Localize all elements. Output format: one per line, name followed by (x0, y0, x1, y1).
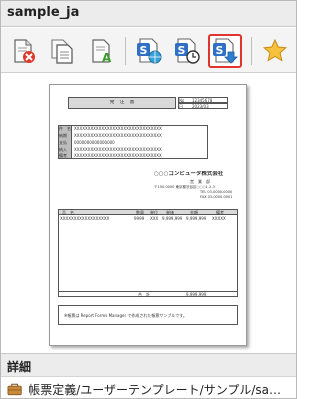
document-text-icon: A (92, 39, 112, 64)
field-value: XXXXXXXXXXXXXXXXXXXXXXXXXXXXXXXX (74, 146, 162, 152)
document-copy-icon (51, 39, 73, 64)
doc-title: 発 注 書 (109, 100, 135, 105)
s-document-globe-icon: S (137, 38, 162, 64)
table-cell: XXX (150, 216, 159, 221)
date-value: 2023/03 (192, 103, 209, 109)
toolbar-separator (125, 37, 126, 65)
field-value: XXXXXXXXXXXXXXXXXXXXXXXXXXXXXXXX (74, 152, 162, 158)
details-heading: 詳細 (1, 353, 296, 377)
table-header: 金額 (190, 209, 198, 215)
company-address: 〒150-0000 東京都渋谷区○○○1-2-3 (154, 185, 215, 189)
briefcase-icon (7, 383, 22, 396)
download-form-button[interactable]: S (208, 34, 242, 68)
no-value: 12345678 (192, 97, 213, 103)
field-value: 0000000000000000 (74, 139, 115, 145)
items-table (58, 209, 238, 297)
schedule-form-button[interactable]: S (170, 34, 204, 68)
field-label: 件 名 (59, 125, 71, 131)
form-preview-area: 発 注 書 No 12345678 日 2023/03 件 名 納期 支払 納入… (1, 74, 296, 352)
field-value: XXXXXXXXXXXXXXXXXXXXXXXXXXXXXXXX (74, 132, 162, 138)
total-value: 9,999,999 (186, 291, 207, 297)
table-header: 品 名 (62, 209, 74, 215)
preview-form-button[interactable]: S (132, 34, 166, 68)
toolbar: A S S S (1, 28, 296, 73)
panel-title: sample_ja (1, 1, 296, 27)
table-header: 単位 (150, 209, 158, 215)
field-label: 備考 (59, 152, 67, 158)
company-tel: TEL 03-0000-0000 (200, 190, 233, 194)
details-path: 帳票定義/ユーザーテンプレート/サンプル/sampl... (28, 382, 290, 397)
field-label: 納入 (59, 146, 67, 152)
star-icon (263, 38, 287, 62)
company-name: ○○○コンピュータ株式会社 (154, 171, 224, 177)
table-cell: 9,999,999 (186, 216, 207, 221)
date-label: 日 (179, 103, 183, 109)
copy-form-button[interactable] (45, 34, 79, 68)
field-label: 納期 (59, 132, 67, 138)
company-dept: 営 業 部 (190, 179, 210, 184)
s-document-download-icon: S (213, 38, 238, 64)
form-thumbnail[interactable]: 発 注 書 No 12345678 日 2023/03 件 名 納期 支払 納入… (49, 84, 247, 346)
svg-text:S: S (216, 44, 224, 57)
total-label: 合 計 (138, 291, 150, 297)
table-cell: XXXXXXXXXXXXXXXXXX (60, 216, 110, 221)
details-path-row[interactable]: 帳票定義/ユーザーテンプレート/サンプル/sampl... (1, 378, 296, 399)
field-value: XXXXXXXXXXXXXXXXXXXXXXXXXXXXXXXX (74, 125, 162, 131)
rename-form-button[interactable]: A (85, 34, 119, 68)
table-header: 単価 (166, 209, 174, 215)
toolbar-separator (251, 37, 252, 65)
field-label: 支払 (59, 139, 67, 145)
svg-text:A: A (102, 51, 112, 64)
s-document-clock-icon: S (175, 38, 200, 64)
favorite-button[interactable] (258, 34, 292, 68)
delete-form-button[interactable] (7, 34, 41, 68)
company-fax: FAX 03-0000-0001 (200, 195, 233, 199)
items-table-header (58, 209, 238, 215)
form-panel: sample_ja A S S S 発 注 書 No 12345678 日 20… (0, 0, 297, 399)
table-cell: 9999 (134, 216, 145, 221)
document-delete-icon (14, 39, 35, 63)
table-header: 備考 (216, 209, 224, 215)
footer-note: ※帳票は Report Forms Manager で作成された帳票サンプルです… (64, 313, 187, 318)
table-cell: 9,999,999 (162, 216, 183, 221)
svg-text:S: S (178, 44, 186, 57)
no-label: No (179, 97, 185, 103)
table-header: 数量 (136, 209, 144, 215)
table-cell: XXXXX (212, 216, 226, 221)
svg-text:S: S (140, 44, 148, 57)
